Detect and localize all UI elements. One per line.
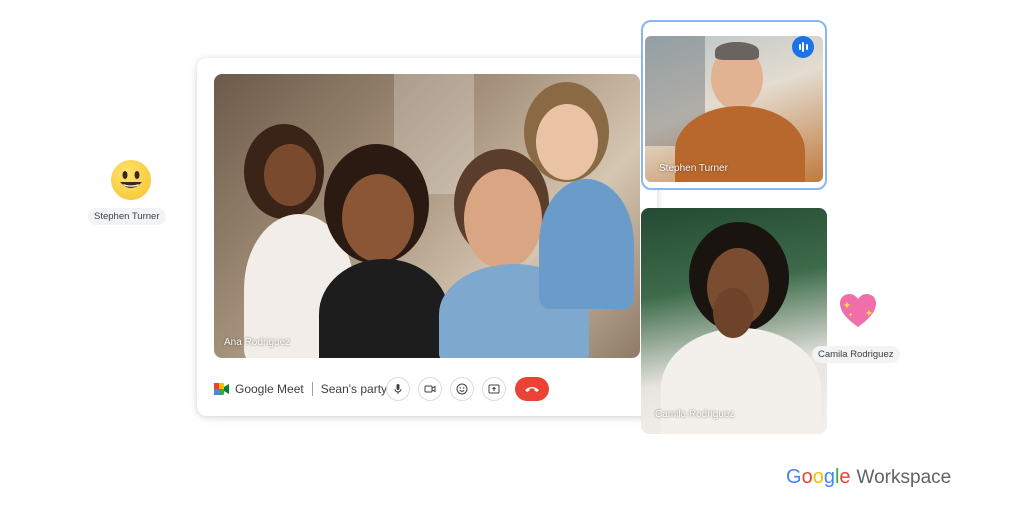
emoji-icon <box>456 383 468 395</box>
google-wordmark: Google <box>786 466 851 488</box>
meeting-info: Google Meet Sean's party <box>214 380 387 398</box>
camera-button[interactable] <box>418 377 442 401</box>
app-name: Google Meet <box>235 382 304 396</box>
person-body <box>319 259 449 358</box>
person-hand <box>713 288 753 338</box>
present-button[interactable] <box>482 377 506 401</box>
person-hair <box>715 42 759 60</box>
video-tile-camila[interactable]: Camila Rodriguez <box>641 208 827 434</box>
person-face <box>264 144 316 206</box>
present-screen-icon <box>488 384 500 394</box>
divider <box>311 382 313 396</box>
person-face <box>464 169 542 269</box>
participant-name-stephen: Stephen Turner <box>659 163 728 174</box>
smiley-emoji-icon <box>111 160 151 200</box>
video-feed: Stephen Turner <box>645 36 823 182</box>
reaction-label-camila: Camila Rodriguez <box>812 346 900 363</box>
person-body <box>539 179 634 309</box>
person-face <box>536 104 598 180</box>
speaking-indicator-icon <box>792 36 814 58</box>
end-call-button[interactable] <box>515 377 549 401</box>
reaction-label-stephen: Stephen Turner <box>88 208 166 225</box>
meeting-name: Sean's party <box>320 382 388 396</box>
video-tile-stephen[interactable]: Stephen Turner <box>641 20 827 190</box>
participant-name-camila: Camila Rodriguez <box>655 409 735 420</box>
workspace-wordmark: Workspace <box>856 467 952 488</box>
end-call-icon <box>525 387 539 392</box>
google-workspace-logo: Google Workspace <box>786 466 951 489</box>
reaction-button[interactable] <box>450 377 474 401</box>
main-video-tile[interactable]: Ana Rodriguez <box>214 74 640 358</box>
camera-icon <box>424 385 436 393</box>
participant-name-ana: Ana Rodriguez <box>224 337 291 348</box>
person-face <box>342 174 414 262</box>
google-meet-logo-icon <box>214 383 229 395</box>
microphone-button[interactable] <box>386 377 410 401</box>
sparkling-heart-emoji-icon <box>838 292 878 330</box>
microphone-icon <box>394 384 402 394</box>
